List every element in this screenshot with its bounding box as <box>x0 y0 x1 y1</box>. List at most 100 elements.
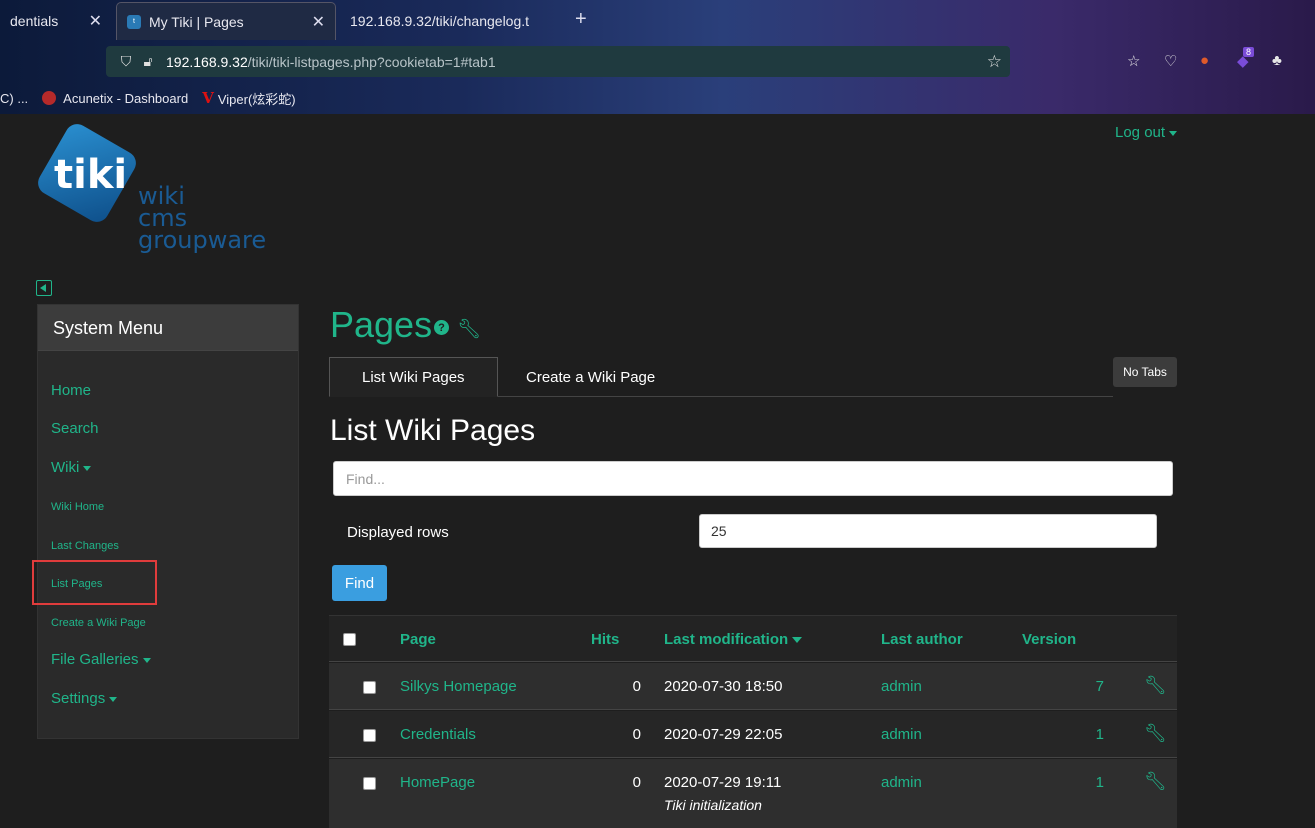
sidebar-item-settings[interactable]: Settings <box>51 690 118 707</box>
sidebar-item-search[interactable]: Search <box>51 420 99 437</box>
row-checkbox[interactable] <box>363 681 376 694</box>
caret-down-icon <box>109 696 118 702</box>
displayed-rows-label: Displayed rows <box>347 524 449 541</box>
wrench-icon[interactable]: 🔧︎ <box>1144 723 1167 744</box>
table-row: HomePage 0 2020-07-29 19:11 Tiki initial… <box>329 759 1177 828</box>
logout-link[interactable]: Log out <box>1115 124 1178 141</box>
system-menu: System Menu Home Search Wiki Wiki Home L… <box>37 304 299 739</box>
column-header-last-author[interactable]: Last author <box>881 631 963 648</box>
version-link[interactable]: 7 <box>1064 678 1104 695</box>
pocket-icon[interactable]: ♡ <box>1164 52 1177 70</box>
page-title: Pages <box>330 304 433 345</box>
sort-desc-icon <box>792 637 803 644</box>
new-tab-icon[interactable]: + <box>575 8 587 31</box>
tab-strip: dentials ✕ t My Tiki | Pages ✕ 192.168.9… <box>0 0 1315 42</box>
browser-tab-changelog[interactable]: 192.168.9.32/tiki/changelog.t <box>340 2 568 40</box>
sidebar-item-last-changes[interactable]: Last Changes <box>51 540 119 552</box>
acunetix-icon <box>42 91 57 105</box>
browser-tab-credentials[interactable]: dentials ✕ <box>0 2 112 40</box>
bookmark-label: Acunetix - Dashboard <box>63 90 189 106</box>
help-icon[interactable]: ? <box>434 320 449 335</box>
bookmark-label: C) ... <box>0 90 29 106</box>
bookmark-acunetix[interactable]: Acunetix - Dashboard <box>42 91 188 106</box>
column-header-hits[interactable]: Hits <box>591 631 619 648</box>
column-header-version[interactable]: Version <box>1022 631 1076 648</box>
bookmark-star-icon[interactable]: ☆ <box>987 52 1002 72</box>
sidebar-item-home[interactable]: Home <box>51 382 91 399</box>
no-tabs-button[interactable]: No Tabs <box>1113 357 1177 387</box>
wrench-icon[interactable]: 🔧︎ <box>1144 771 1167 792</box>
page-link[interactable]: Credentials <box>400 726 476 743</box>
tab-create-wiki-page[interactable]: Create a Wiki Page <box>494 357 687 397</box>
wrench-icon[interactable]: 🔧︎ <box>1144 675 1167 696</box>
close-icon[interactable]: ✕ <box>312 12 325 32</box>
sidebar-item-wiki[interactable]: Wiki <box>51 459 92 476</box>
page-tabs: List Wiki Pages Create a Wiki Page <box>329 357 1113 397</box>
find-input[interactable] <box>333 461 1173 496</box>
wrench-icon[interactable]: 🔧︎ <box>457 317 481 341</box>
sidebar-item-create-wiki-page[interactable]: Create a Wiki Page <box>51 617 146 629</box>
modified-value: 2020-07-30 18:50 <box>664 678 783 695</box>
hits-value: 0 <box>632 678 641 695</box>
column-header-label: Last modification <box>664 631 789 648</box>
column-header-page[interactable]: Page <box>400 631 436 648</box>
hits-value: 0 <box>632 774 641 791</box>
page-link[interactable]: HomePage <box>400 774 475 791</box>
version-link[interactable]: 1 <box>1064 774 1104 791</box>
page: Log out tiki wiki cms groupware System M… <box>0 114 1315 828</box>
extension-icon[interactable]: ☆ <box>1127 52 1140 70</box>
logo-text: tiki <box>54 152 127 198</box>
author-link[interactable]: admin <box>881 726 922 743</box>
version-link[interactable]: 1 <box>1064 726 1104 743</box>
tiki-logo[interactable]: tiki wiki cms groupware <box>36 122 286 262</box>
author-link[interactable]: admin <box>881 774 922 791</box>
shield-icon[interactable]: ⛉ <box>116 53 136 70</box>
sidebar-item-file-galleries[interactable]: File Galleries <box>51 651 151 668</box>
row-checkbox[interactable] <box>363 729 376 742</box>
browser-chrome: dentials ✕ t My Tiki | Pages ✕ 192.168.9… <box>0 0 1315 114</box>
column-header-last-modification[interactable]: Last modification <box>664 631 803 648</box>
sidebar-item-label: Settings <box>51 690 106 707</box>
lock-icon[interactable]: 🔓︎ <box>138 53 158 70</box>
hits-value: 0 <box>632 726 641 743</box>
modified-value: 2020-07-29 19:11 <box>664 774 782 791</box>
page-link[interactable]: Silkys Homepage <box>400 678 517 695</box>
collapse-sidebar-icon[interactable] <box>36 280 52 296</box>
author-link[interactable]: admin <box>881 678 922 695</box>
url-text[interactable]: 192.168.9.32/tiki/tiki-listpages.php?coo… <box>166 54 496 70</box>
table-header: Page Hits Last modification Last author … <box>329 615 1177 662</box>
select-all-checkbox[interactable] <box>343 633 356 646</box>
caret-down-icon <box>1169 130 1178 136</box>
system-menu-title: System Menu <box>38 305 298 351</box>
sidebar-item-label: Wiki <box>51 459 80 476</box>
viper-icon: V <box>202 89 214 107</box>
sidebar-item-wiki-home[interactable]: Wiki Home <box>51 501 104 513</box>
bookmarks-bar: C) ... Acunetix - Dashboard V Viper(炫彩蛇) <box>0 86 310 110</box>
sidebar-item-label: File Galleries <box>51 651 139 668</box>
tab-label: dentials <box>10 13 59 29</box>
page-comment: Tiki initialization <box>664 797 762 813</box>
caret-down-icon <box>142 657 151 663</box>
url-bar[interactable]: ⛉ 🔓︎ 192.168.9.32/tiki/tiki-listpages.ph… <box>106 46 1010 77</box>
pages-table: Page Hits Last modification Last author … <box>329 615 1177 828</box>
bookmark-viper[interactable]: V Viper(炫彩蛇) <box>202 89 295 108</box>
browser-tab-pages[interactable]: t My Tiki | Pages ✕ <box>116 2 336 40</box>
logout-label: Log out <box>1115 124 1166 141</box>
caret-down-icon <box>83 465 92 471</box>
tab-list-wiki-pages[interactable]: List Wiki Pages <box>329 357 498 397</box>
tab-label: 192.168.9.32/tiki/changelog.t <box>350 13 530 29</box>
bookmark-item[interactable]: C) ... <box>0 91 28 106</box>
tab-label: My Tiki | Pages <box>149 13 244 30</box>
find-button[interactable]: Find <box>332 565 387 601</box>
table-row: Credentials 0 2020-07-29 22:05 admin 1 🔧… <box>329 711 1177 758</box>
displayed-rows-input[interactable] <box>699 514 1157 548</box>
highlight-annotation <box>32 560 157 605</box>
bookmark-label: Viper(炫彩蛇) <box>217 91 296 107</box>
logo-tagline-line: groupware <box>138 226 266 254</box>
extension-icon[interactable]: ♣ <box>1272 52 1282 69</box>
modified-value: 2020-07-29 22:05 <box>664 726 783 743</box>
extension-badge: 8 <box>1243 47 1255 57</box>
close-icon[interactable]: ✕ <box>89 11 102 31</box>
row-checkbox[interactable] <box>363 777 376 790</box>
burp-icon[interactable]: ● <box>1200 52 1209 69</box>
